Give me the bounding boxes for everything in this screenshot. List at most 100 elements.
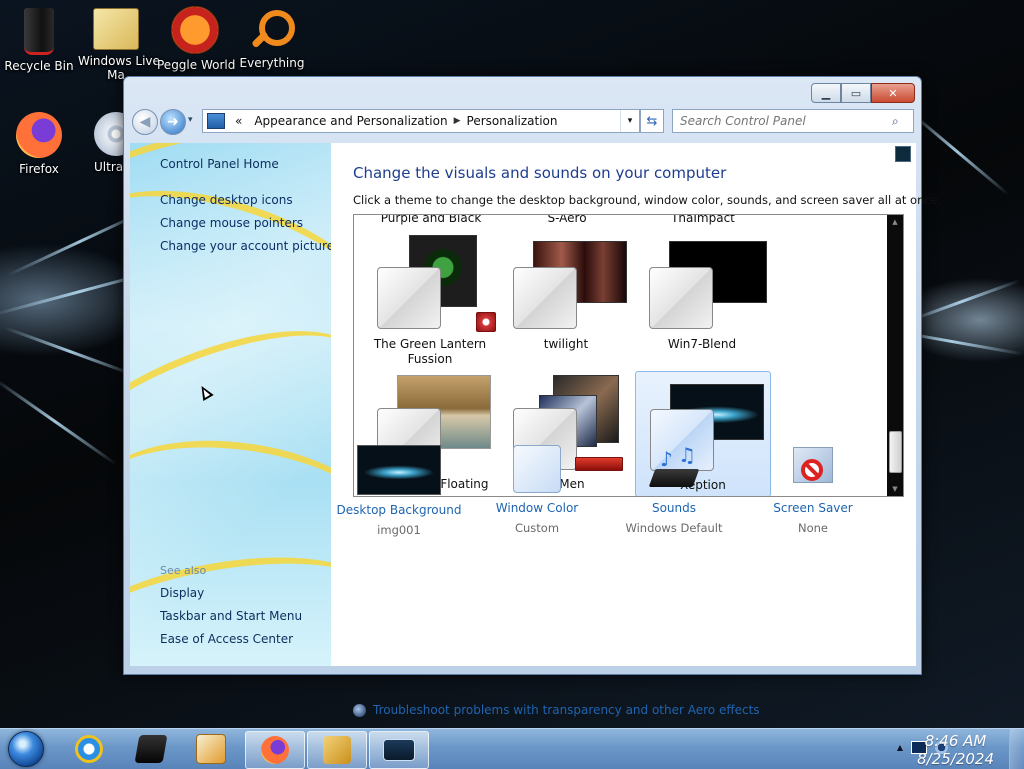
scrollbar-thumb[interactable] — [889, 431, 902, 473]
taskbar-firefox[interactable] — [245, 731, 305, 769]
desktop-icon-peggle-world[interactable]: Peggle World — [157, 6, 235, 72]
address-dropdown-button[interactable]: ▾ — [620, 110, 639, 132]
internet-explorer-icon — [75, 735, 103, 763]
windows-live-mail-icon — [93, 8, 139, 50]
troubleshoot-label: Troubleshoot problems with transparency … — [373, 703, 760, 717]
desktop-background-thumbnail — [357, 445, 441, 495]
change-mouse-pointers-link[interactable]: Change mouse pointers — [160, 216, 303, 230]
minimize-button[interactable]: ▁ — [811, 83, 841, 103]
control-panel-window-icon — [383, 739, 415, 761]
screen-saver-icon — [789, 445, 837, 493]
breadcrumb-personalization[interactable]: Personalization — [467, 114, 558, 128]
recent-pages-dropdown[interactable]: ▾ — [188, 115, 193, 125]
clock-time: 8:46 AM — [924, 732, 987, 750]
caption-buttons: ▁ ▭ ✕ — [811, 83, 915, 103]
taskbar-media-player[interactable] — [182, 731, 240, 767]
search-box: ⌕ — [672, 109, 914, 133]
taskbar-start-menu-link[interactable]: Taskbar and Start Menu — [160, 609, 302, 623]
theme-list-scrollbar[interactable]: ▲ ▼ — [887, 215, 903, 496]
media-player-icon — [196, 734, 226, 764]
sounds-link[interactable]: Sounds — [609, 501, 739, 515]
navigation-bar: ◀ ➜ ▾ « Appearance and Personalization ▶… — [132, 107, 915, 135]
theme-green-lantern[interactable]: The Green Lantern Fussion — [363, 229, 497, 366]
refresh-button[interactable]: ⇆ — [640, 109, 664, 133]
peggle-world-icon — [171, 6, 219, 54]
change-account-picture-link[interactable]: Change your account picture — [160, 239, 331, 253]
window-color-icon — [513, 445, 561, 493]
desktop-icon-recycle-bin[interactable]: Recycle Bin — [1, 8, 77, 73]
breadcrumb-separator-icon[interactable]: ▶ — [454, 116, 461, 126]
desktop-background-setting[interactable]: Desktop Background img001 — [334, 445, 464, 537]
page-title: Change the visuals and sounds on your co… — [353, 164, 727, 182]
desktop-background-value: img001 — [377, 523, 421, 537]
theme-window-glass-preview — [377, 267, 441, 329]
screen-saver-value: None — [797, 521, 828, 535]
theme-label-s-aero[interactable]: S-Aero — [502, 215, 632, 225]
personalization-window: ▁ ▭ ✕ ◀ ➜ ▾ « Appearance and Personaliza… — [123, 76, 941, 717]
theme-window-glass-preview — [513, 267, 577, 329]
scroll-down-button[interactable]: ▼ — [887, 482, 903, 496]
search-input[interactable] — [673, 113, 892, 129]
start-button[interactable] — [4, 729, 48, 769]
back-button[interactable]: ◀ — [132, 109, 158, 135]
taskbar: ▲ 8:46 AM 8/25/2024 — [0, 728, 1024, 769]
help-icon[interactable] — [895, 146, 911, 162]
troubleshoot-aero-link[interactable]: Troubleshoot problems with transparency … — [353, 703, 760, 717]
maximize-button[interactable]: ▭ — [841, 83, 871, 103]
clock-date: 8/25/2024 — [917, 750, 994, 768]
desktop-icon-ultra[interactable]: Ultra — [78, 112, 123, 174]
forward-button[interactable]: ➜ — [160, 109, 186, 135]
close-button[interactable]: ✕ — [871, 83, 915, 103]
desktop-background-link[interactable]: Desktop Background — [334, 503, 464, 517]
firefox-icon — [261, 736, 289, 764]
control-panel-icon — [207, 113, 225, 129]
window-color-setting[interactable]: Window Color Custom — [472, 445, 602, 535]
theme-name: The Green Lantern Fussion — [373, 337, 487, 366]
scroll-up-button[interactable]: ▲ — [887, 215, 903, 229]
screen-saver-link[interactable]: Screen Saver — [748, 501, 878, 515]
sounds-icon: ♪ ♫ — [648, 443, 700, 493]
ultraiso-disc-icon — [94, 112, 123, 156]
see-also-heading: See also — [160, 564, 207, 577]
theme-badge-icon — [476, 312, 496, 332]
desktop-icon-everything[interactable]: Everything — [234, 6, 310, 70]
show-hidden-icons-button[interactable]: ▲ — [897, 743, 903, 752]
theme-name: twilight — [543, 337, 589, 351]
taskbar-control-panel[interactable] — [369, 731, 429, 769]
breadcrumb-overflow[interactable]: « — [235, 114, 242, 128]
desktop-icon-windows-live-mail[interactable]: Windows Live Ma — [78, 8, 160, 82]
change-desktop-icons-link[interactable]: Change desktop icons — [160, 193, 293, 207]
breadcrumb-appearance[interactable]: Appearance and Personalization — [254, 114, 447, 128]
search-icon[interactable]: ⌕ — [892, 114, 899, 129]
theme-twilight[interactable]: twilight — [499, 229, 633, 353]
sounds-value: Windows Default — [625, 521, 723, 535]
window-color-value: Custom — [514, 521, 560, 535]
window-color-link[interactable]: Window Color — [472, 501, 602, 515]
media-device-icon — [134, 735, 168, 763]
left-navigation-pane: Control Panel Home Change desktop icons … — [130, 143, 331, 666]
theme-label-purple-and-black[interactable]: Purple and Black — [366, 215, 496, 225]
main-content: Change the visuals and sounds on your co… — [331, 143, 941, 717]
theme-win7-blend[interactable]: Win7-Blend — [635, 229, 769, 353]
screen-saver-setting[interactable]: Screen Saver None — [748, 445, 878, 535]
theme-label-thaimpact[interactable]: ThaImpact — [638, 215, 768, 225]
wallpaper-streak — [0, 377, 118, 466]
ease-of-access-link[interactable]: Ease of Access Center — [160, 632, 293, 646]
sounds-setting[interactable]: ♪ ♫ Sounds Windows Default — [609, 443, 739, 535]
everything-search-icon — [249, 6, 295, 52]
taskbar-internet-explorer[interactable] — [60, 731, 118, 767]
theme-window-glass-preview — [649, 267, 713, 329]
windows-start-orb-icon — [8, 731, 44, 767]
app-window-icon — [323, 736, 351, 764]
control-panel-home-link[interactable]: Control Panel Home — [160, 157, 279, 171]
desktop-icon-firefox[interactable]: Firefox — [1, 112, 77, 176]
system-clock[interactable]: 8:46 AM 8/25/2024 — [917, 732, 994, 768]
show-desktop-button[interactable] — [1009, 729, 1024, 769]
recycle-bin-icon — [24, 8, 54, 55]
taskbar-media-device[interactable] — [122, 731, 180, 767]
display-link[interactable]: Display — [160, 586, 204, 600]
address-bar[interactable]: « Appearance and Personalization ▶ Perso… — [202, 109, 640, 133]
troubleshoot-icon — [353, 703, 366, 717]
taskbar-app-window[interactable] — [307, 731, 367, 769]
theme-name: Win7-Blend — [667, 337, 737, 351]
